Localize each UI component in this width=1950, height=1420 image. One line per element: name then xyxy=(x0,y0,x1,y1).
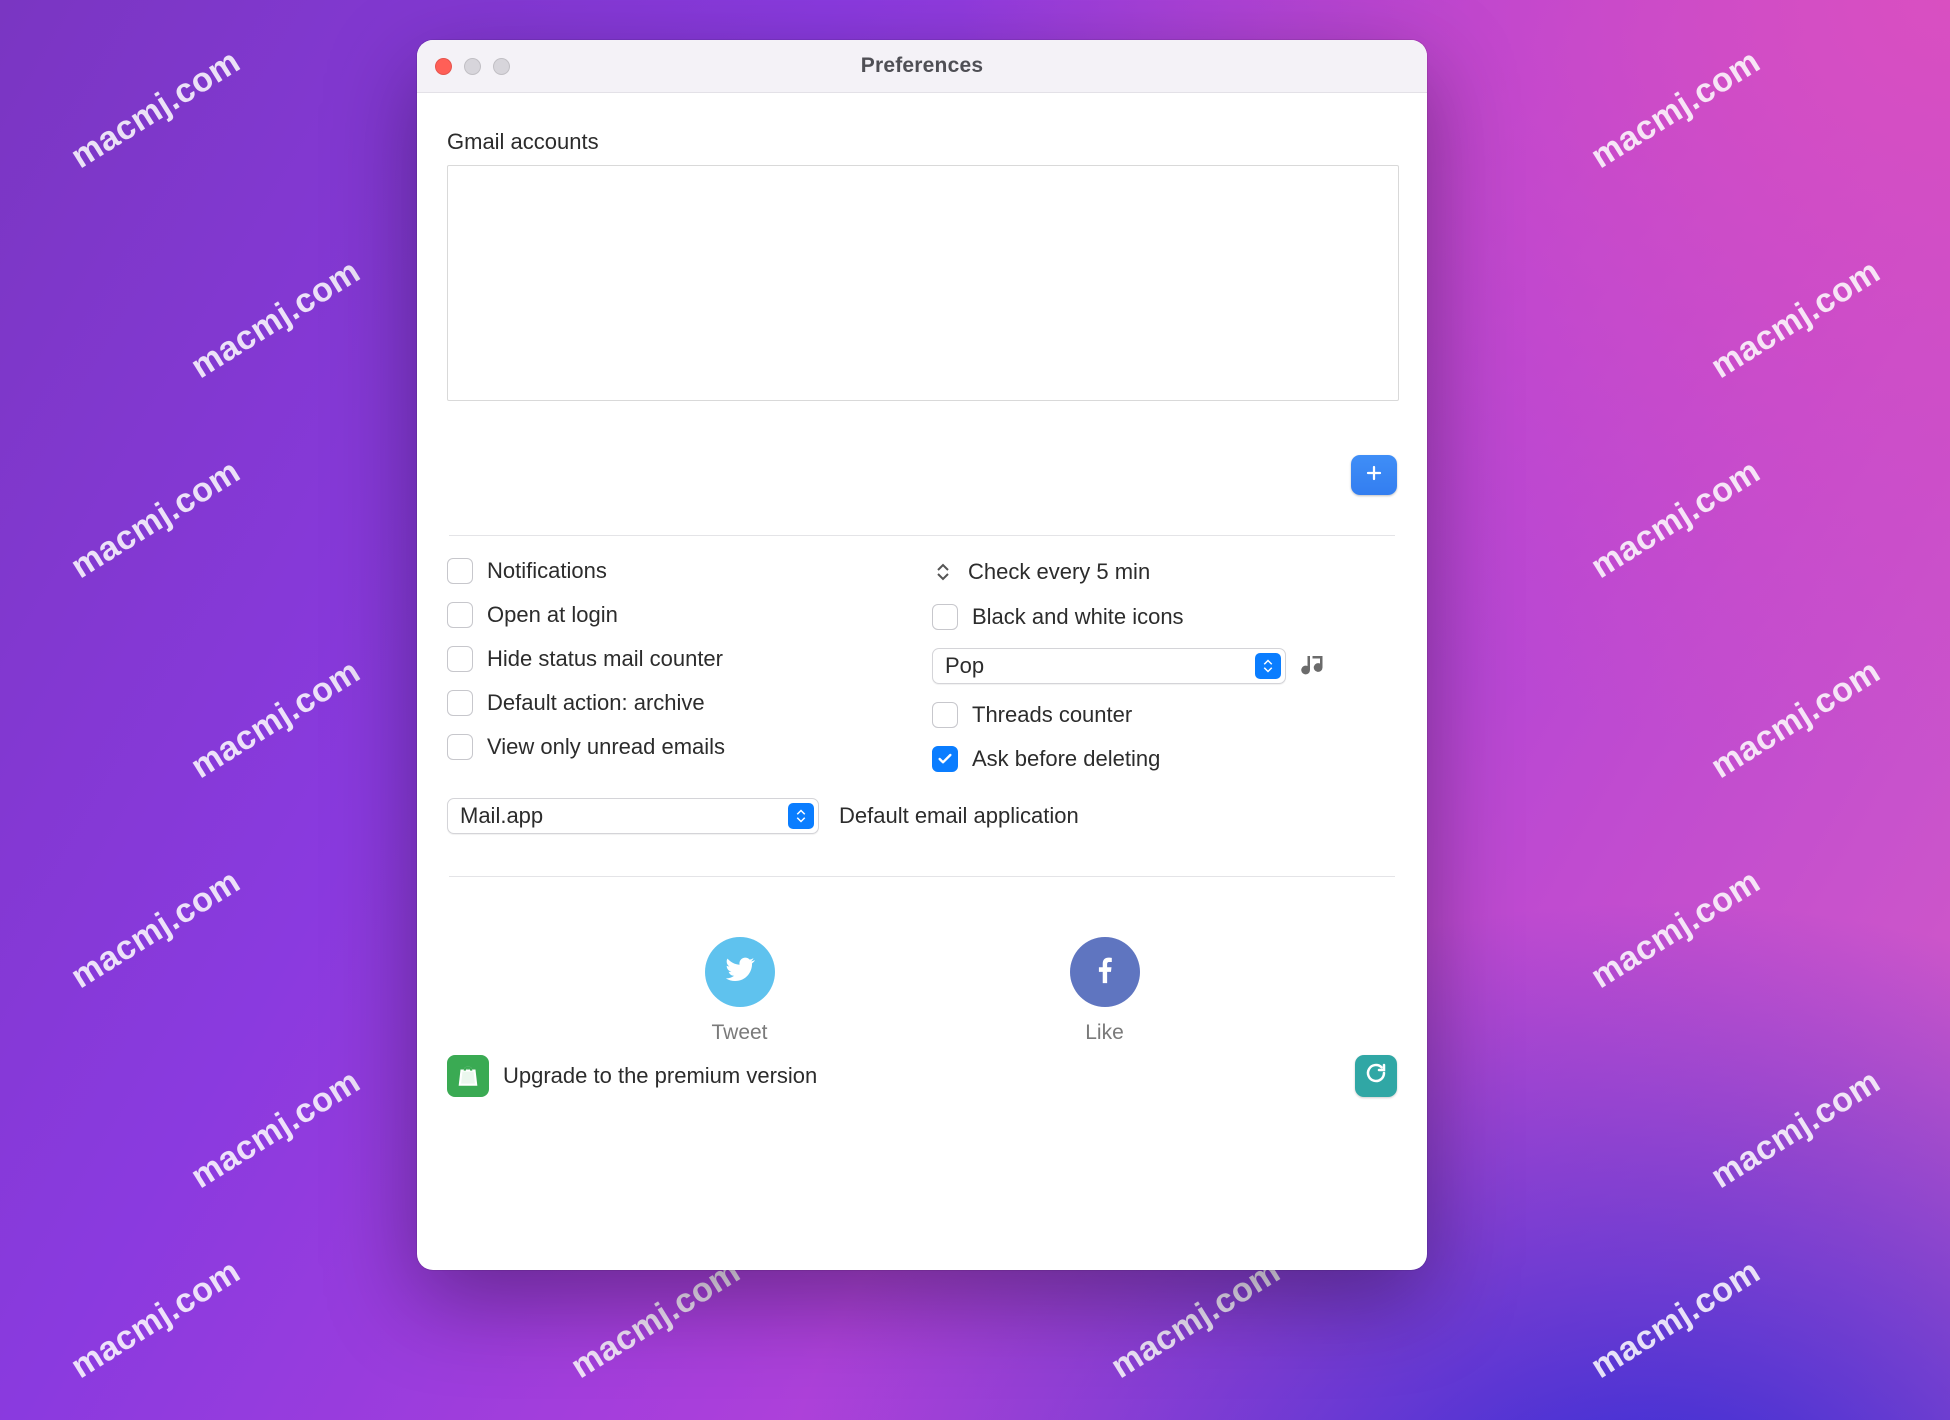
options-left-column: Notifications Open at login Hide status … xyxy=(447,558,912,772)
view-only-unread-label: View only unread emails xyxy=(487,734,725,760)
section-divider xyxy=(449,535,1395,536)
threads-counter-label: Threads counter xyxy=(972,702,1132,728)
shopping-bag-icon xyxy=(447,1055,489,1097)
hide-status-counter-label: Hide status mail counter xyxy=(487,646,723,672)
section-divider xyxy=(449,876,1395,877)
preferences-content: Gmail accounts Notifications Open at log… xyxy=(417,93,1427,1117)
titlebar[interactable]: Preferences xyxy=(417,40,1427,93)
window-title: Preferences xyxy=(861,54,983,78)
bw-icons-label: Black and white icons xyxy=(972,604,1184,630)
upgrade-link[interactable]: Upgrade to the premium version xyxy=(447,1055,817,1097)
check-interval-stepper[interactable] xyxy=(932,558,954,586)
chevrons-icon xyxy=(788,803,814,829)
open-at-login-label: Open at login xyxy=(487,602,618,628)
music-note-icon xyxy=(1300,651,1330,681)
threads-counter-checkbox[interactable] xyxy=(932,702,958,728)
default-email-app-value: Mail.app xyxy=(460,803,543,829)
default-email-app-select[interactable]: Mail.app xyxy=(447,798,819,834)
default-action-archive-label: Default action: archive xyxy=(487,690,705,716)
tweet-button[interactable] xyxy=(705,937,775,1007)
open-at-login-checkbox[interactable] xyxy=(447,602,473,628)
add-account-button[interactable] xyxy=(1351,455,1397,495)
window-zoom-button[interactable] xyxy=(493,58,510,75)
like-button[interactable] xyxy=(1070,937,1140,1007)
preferences-window: Preferences Gmail accounts Notifications… xyxy=(417,40,1427,1270)
refresh-icon xyxy=(1364,1061,1388,1091)
social-row: Tweet Like xyxy=(447,937,1397,1045)
ask-before-deleting-label: Ask before deleting xyxy=(972,746,1160,772)
notifications-checkbox[interactable] xyxy=(447,558,473,584)
window-minimize-button[interactable] xyxy=(464,58,481,75)
hide-status-counter-checkbox[interactable] xyxy=(447,646,473,672)
gmail-accounts-list[interactable] xyxy=(447,165,1399,401)
options-right-column: Check every 5 min Black and white icons … xyxy=(932,558,1397,772)
check-interval-label: Check every 5 min xyxy=(968,559,1150,585)
plus-icon xyxy=(1365,462,1383,488)
window-controls xyxy=(435,40,510,92)
bw-icons-checkbox[interactable] xyxy=(932,604,958,630)
default-email-app-label: Default email application xyxy=(839,803,1079,829)
notification-sound-select[interactable]: Pop xyxy=(932,648,1286,684)
ask-before-deleting-checkbox[interactable] xyxy=(932,746,958,772)
upgrade-label: Upgrade to the premium version xyxy=(503,1063,817,1089)
notifications-label: Notifications xyxy=(487,558,607,584)
tweet-label: Tweet xyxy=(711,1021,767,1045)
gmail-accounts-label: Gmail accounts xyxy=(447,129,1397,155)
chevrons-icon xyxy=(1255,653,1281,679)
default-action-archive-checkbox[interactable] xyxy=(447,690,473,716)
like-label: Like xyxy=(1085,1021,1124,1045)
refresh-button[interactable] xyxy=(1355,1055,1397,1097)
facebook-icon xyxy=(1088,952,1122,992)
view-only-unread-checkbox[interactable] xyxy=(447,734,473,760)
twitter-icon xyxy=(723,952,757,992)
notification-sound-value: Pop xyxy=(945,653,984,679)
window-close-button[interactable] xyxy=(435,58,452,75)
